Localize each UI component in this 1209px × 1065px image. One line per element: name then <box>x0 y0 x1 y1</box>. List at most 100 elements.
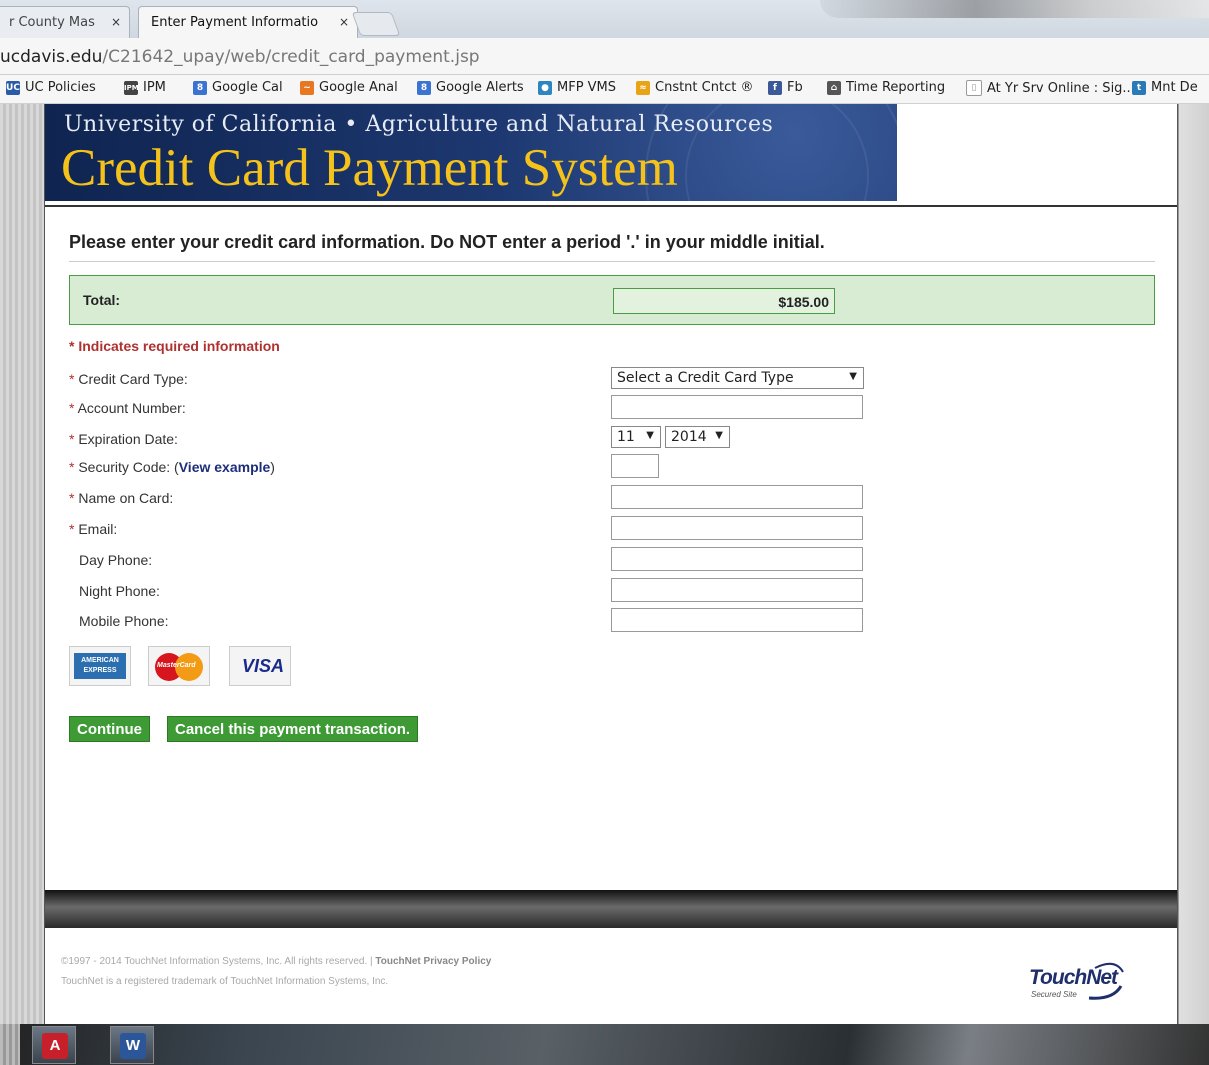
facebook-icon: f <box>768 80 782 95</box>
required-star: * <box>69 521 75 537</box>
tab-close-icon[interactable]: × <box>111 15 121 29</box>
bookmark-label: Google Cal <box>212 80 283 95</box>
touchnet-swoosh-icon <box>1088 962 1124 1000</box>
browser-tab-inactive[interactable]: r County Mas × <box>0 6 130 38</box>
day-phone-label: Day Phone: <box>79 552 153 568</box>
mobile-phone-input[interactable] <box>611 608 863 632</box>
word-icon: W <box>120 1033 146 1059</box>
card-type-select[interactable]: Select a Credit Card Type ▼ <box>611 367 864 389</box>
mastercard-logo-text: MasterCard <box>157 662 196 669</box>
bookmark-at-yr-srv[interactable]: ▯ At Yr Srv Online : Sig... <box>966 80 1135 96</box>
mastercard-logo: MasterCard <box>148 646 210 686</box>
continue-button[interactable]: Continue <box>69 716 150 742</box>
required-note: * Indicates required information <box>69 338 280 354</box>
bookmark-label: Time Reporting <box>846 80 946 95</box>
tab-title: r County Mas <box>9 15 95 30</box>
touchnet-logo: TouchNet Secured Site <box>1025 960 1145 1000</box>
taskbar-edge <box>0 1024 20 1065</box>
amex-logo: AMERICAN EXPRESS <box>69 646 131 686</box>
night-phone-input[interactable] <box>611 578 863 602</box>
left-background <box>0 104 44 1024</box>
bookmark-google-alerts[interactable]: 8 Google Alerts <box>417 80 524 95</box>
footer-bar <box>45 890 1177 928</box>
bookmark-ipm[interactable]: IPM IPM <box>124 80 166 95</box>
scrollbar[interactable] <box>1178 104 1209 1024</box>
uc-icon: UC <box>6 80 20 95</box>
total-amount: $185.00 <box>613 288 835 314</box>
total-label: Total: <box>83 292 121 308</box>
background-wallpaper <box>820 0 1209 18</box>
day-phone-input[interactable] <box>611 547 863 571</box>
field-label: Name on Card: <box>78 490 174 506</box>
bookmark-fb[interactable]: f Fb <box>768 80 803 95</box>
url-path: /C21642_upay/web/credit_card_payment.jsp <box>102 47 480 67</box>
night-phone-label: Night Phone: <box>79 583 160 599</box>
security-code-label: * Security Code: (View example) <box>69 459 275 475</box>
new-tab-button[interactable] <box>351 12 401 36</box>
os-taskbar: A W <box>0 1024 1209 1065</box>
field-label: Credit Card Type: <box>78 371 188 387</box>
security-code-input[interactable] <box>611 454 659 478</box>
banner-title: Credit Card Payment System <box>61 139 678 197</box>
field-label: Account Number: <box>77 400 186 416</box>
google-icon: 8 <box>417 80 431 95</box>
amex-logo-text: AMERICAN EXPRESS <box>74 653 126 679</box>
email-input[interactable] <box>611 516 863 540</box>
mobile-phone-label: Mobile Phone: <box>79 613 169 629</box>
bookmark-uc-policies[interactable]: UC UC Policies <box>6 80 96 95</box>
field-label: Security Code: ( <box>78 459 179 475</box>
word-taskbar-button[interactable]: W <box>110 1026 154 1064</box>
select-value: 2014 <box>671 429 707 445</box>
bookmark-google-anal[interactable]: ~ Google Anal <box>300 80 398 95</box>
chevron-down-icon: ▼ <box>849 371 857 382</box>
tab-close-icon[interactable]: × <box>339 15 349 29</box>
url-host: ucdavis.edu <box>0 47 103 67</box>
google-icon: 8 <box>193 80 207 95</box>
banner-subtitle: University of California • Agriculture a… <box>64 112 774 137</box>
expiration-month-select[interactable]: 11 ▼ <box>611 426 661 448</box>
bookmark-mfp-vms[interactable]: ● MFP VMS <box>538 80 616 95</box>
name-on-card-label: * Name on Card: <box>69 490 173 506</box>
cancel-transaction-button[interactable]: Cancel this payment transaction. <box>167 716 419 742</box>
total-box: Total: $185.00 <box>69 275 1155 325</box>
address-bar[interactable]: ucdavis.edu/C21642_upay/web/credit_card_… <box>0 38 1209 75</box>
url-text[interactable]: ucdavis.edu/C21642_upay/web/credit_card_… <box>0 47 480 67</box>
footer-copyright: ©1997 - 2014 TouchNet Information System… <box>61 956 491 967</box>
account-number-label: * Account Number: <box>69 400 186 416</box>
browser-tab-active[interactable]: Enter Payment Informatio × <box>138 6 358 38</box>
divider <box>69 261 1155 262</box>
browser-tab-strip: r County Mas × Enter Payment Informatio … <box>0 0 1209 38</box>
bookmark-google-cal[interactable]: 8 Google Cal <box>193 80 283 95</box>
name-on-card-input[interactable] <box>611 485 863 509</box>
chevron-down-icon: ▼ <box>715 430 723 441</box>
acrobat-taskbar-button[interactable]: A <box>32 1026 76 1064</box>
visa-logo: VISA <box>229 646 291 686</box>
view-example-link[interactable]: View example <box>179 459 271 475</box>
page-icon: ▯ <box>966 80 982 96</box>
bookmarks-bar: UC UC Policies IPM IPM 8 Google Cal ~ Google… <box>0 75 1209 104</box>
bookmark-label: MFP VMS <box>557 80 617 95</box>
copyright-text: ©1997 - 2014 TouchNet Information System… <box>61 956 376 967</box>
required-star: * <box>69 431 75 447</box>
page-heading: Please enter your credit card informatio… <box>69 232 825 252</box>
bookmark-label: Mnt De <box>1151 80 1198 95</box>
time-reporting-icon: ⌂ <box>827 80 841 95</box>
bookmark-constant-contact[interactable]: ≈ Cnstnt Cntct ® <box>636 80 753 95</box>
bookmark-label: Google Anal <box>319 80 398 95</box>
bookmark-time-reporting[interactable]: ⌂ Time Reporting <box>827 80 945 95</box>
bookmark-label: Google Alerts <box>436 80 524 95</box>
account-number-input[interactable] <box>611 395 863 419</box>
field-label-suffix: ) <box>270 459 275 475</box>
required-star: * <box>69 371 75 387</box>
privacy-policy-link[interactable]: TouchNet Privacy Policy <box>375 956 491 967</box>
required-star: * <box>69 459 75 475</box>
expiration-label: * Expiration Date: <box>69 431 178 447</box>
select-value: 11 <box>617 429 635 445</box>
card-type-label: * Credit Card Type: <box>69 371 188 387</box>
expiration-year-select[interactable]: 2014 ▼ <box>665 426 730 448</box>
bookmark-mnt-de[interactable]: t Mnt De <box>1132 80 1198 95</box>
field-label: Expiration Date: <box>78 431 178 447</box>
page-content: University of California • Agriculture a… <box>44 104 1178 1024</box>
ipm-icon: IPM <box>124 80 139 95</box>
gear-icon: ● <box>538 80 552 95</box>
